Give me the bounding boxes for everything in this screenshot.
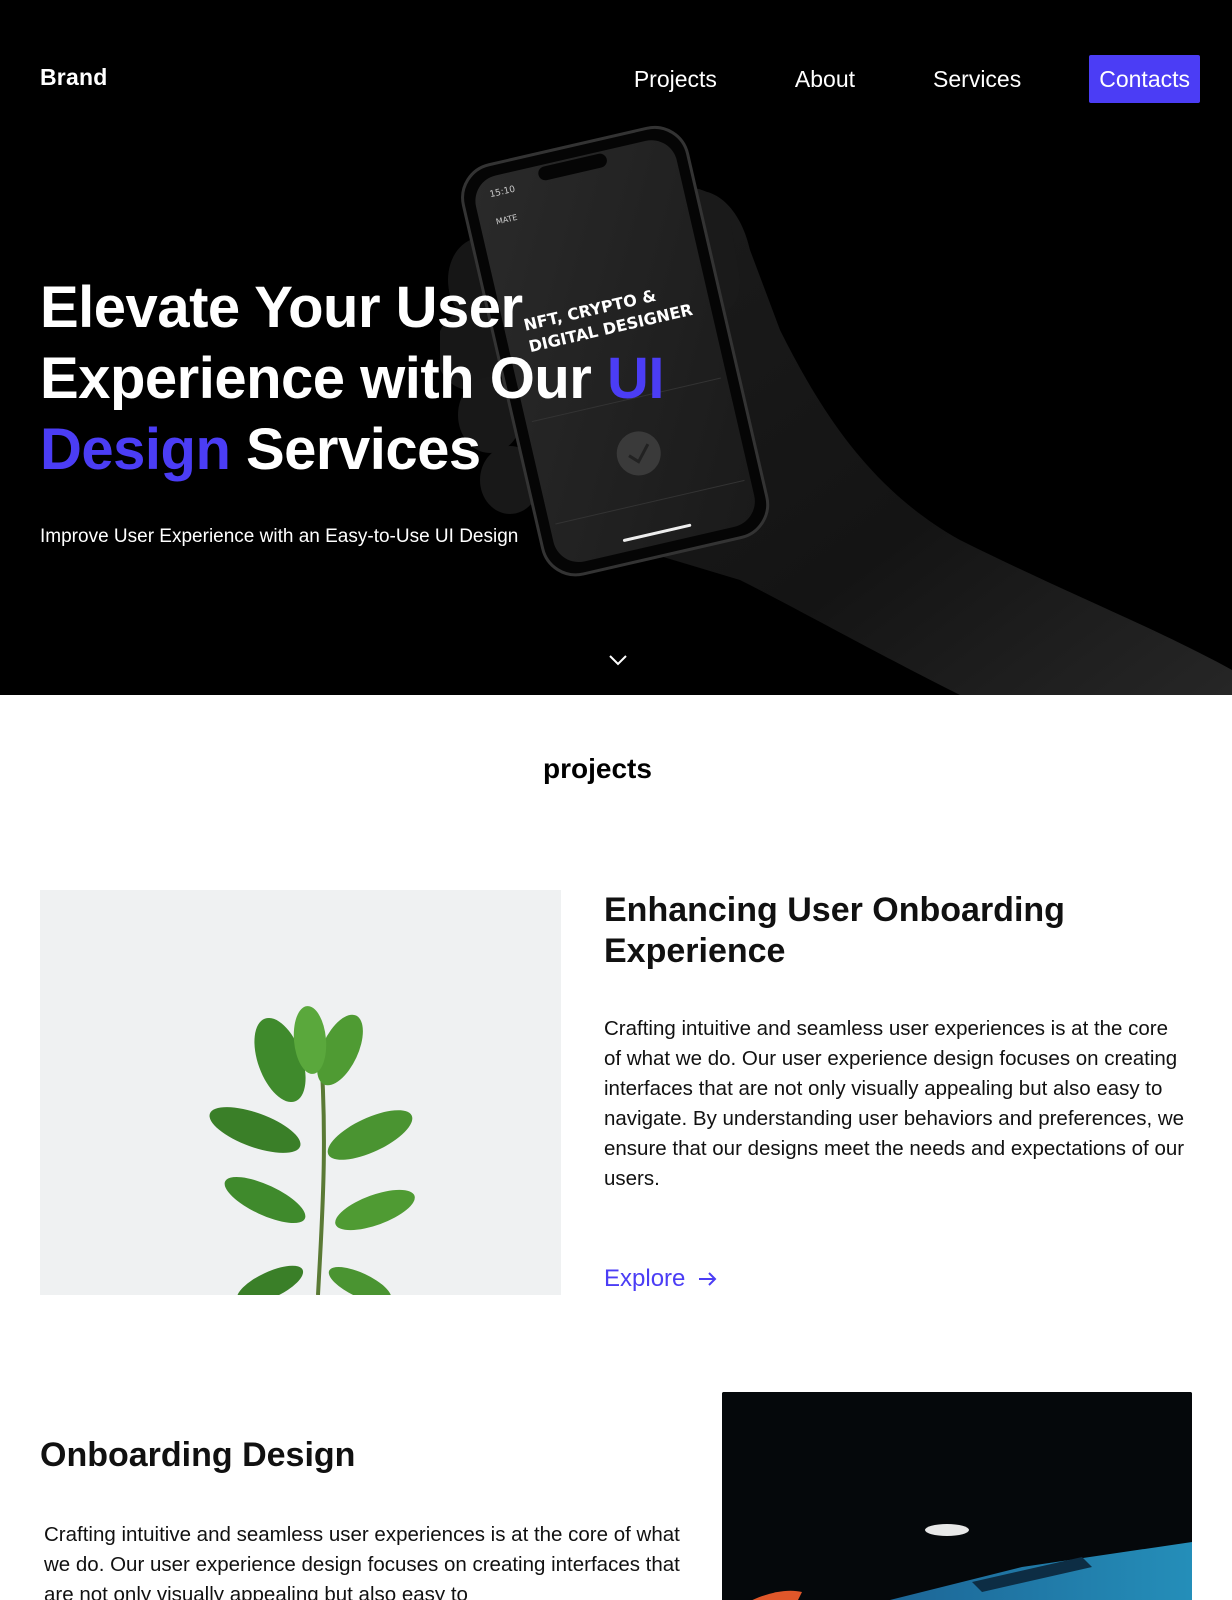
project-2-heading: Onboarding Design: [40, 1436, 356, 1474]
project-image-laptop: [722, 1392, 1192, 1600]
hero-subtitle: Improve User Experience with an Easy-to-…: [40, 526, 519, 547]
main-nav: Projects About Services Contacts: [556, 55, 1200, 103]
hero-title-text-end: Services: [230, 417, 481, 482]
project-1-heading: Enhancing User Onboarding Experience: [604, 891, 1065, 970]
hero-section: Brand Projects About Services Contacts 1…: [0, 0, 1232, 695]
project-1-description: Crafting intuitive and seamless user exp…: [604, 1017, 1185, 1190]
hero-title-text: Elevate Your User Experience with Our: [40, 275, 607, 411]
nav-link-projects[interactable]: Projects: [634, 55, 717, 103]
hero-title: Elevate Your User Experience with Our UI…: [40, 272, 760, 485]
project-2-description: Crafting intuitive and seamless user exp…: [44, 1523, 680, 1600]
arrow-right-icon: [699, 1272, 717, 1286]
project-image-plant: [40, 890, 561, 1295]
projects-section-title: projects: [543, 753, 652, 784]
contacts-button[interactable]: Contacts: [1089, 55, 1200, 103]
laptop-icon: [722, 1392, 1192, 1600]
explore-link[interactable]: Explore: [604, 1265, 719, 1293]
nav-link-about[interactable]: About: [795, 55, 855, 103]
nav-link-services[interactable]: Services: [933, 55, 1021, 103]
plant-icon: [40, 890, 561, 1295]
chevron-down-icon[interactable]: [606, 650, 630, 670]
explore-link-label: Explore: [604, 1265, 686, 1292]
brand-logo[interactable]: Brand: [40, 64, 107, 91]
